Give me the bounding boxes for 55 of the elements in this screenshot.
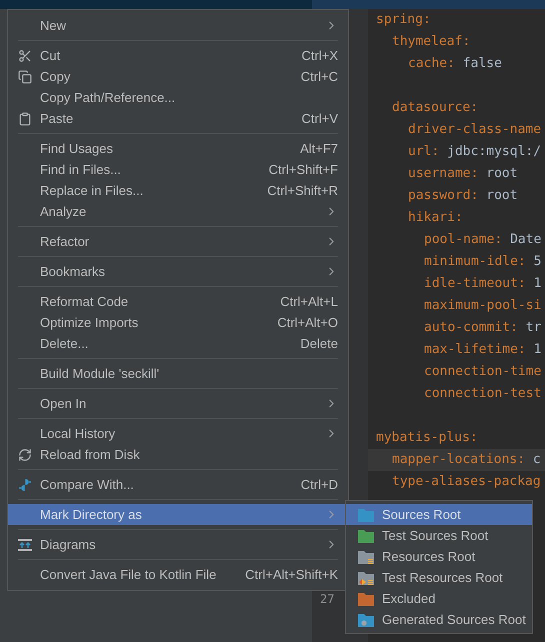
code-line: thymeleaf: — [392, 34, 470, 49]
code-line: cache: false — [408, 56, 502, 71]
menu-item[interactable]: Diagrams — [8, 534, 348, 555]
copy-icon — [18, 70, 32, 84]
code-line: mybatis-plus: — [376, 430, 478, 445]
code-line: password: root — [408, 188, 518, 203]
menu-item[interactable]: Cut Ctrl+X — [8, 45, 348, 66]
reload-icon — [18, 448, 32, 462]
code-line: spring: — [376, 12, 431, 27]
menu-item[interactable]: Test Resources Root — [346, 567, 532, 588]
code-line: auto-commit: tr — [424, 320, 542, 335]
menu-item[interactable]: Sources Root — [346, 504, 532, 525]
menu-item[interactable]: Generated Sources Root — [346, 609, 532, 630]
code-line: minimum-idle: 5 — [424, 254, 542, 269]
menu-item[interactable]: Bookmarks — [8, 261, 348, 282]
code-line: idle-timeout: 1 — [424, 276, 542, 291]
menu-item[interactable]: Delete... Delete — [8, 333, 348, 354]
code-line: connection-time — [424, 364, 542, 379]
code-line: pool-name: Date — [424, 232, 542, 247]
menu-item[interactable]: New — [8, 15, 348, 36]
scissors-icon — [18, 48, 32, 62]
code-line: url: jdbc:mysql:/ — [408, 144, 542, 159]
menu-item[interactable]: Build Module 'seckill' — [8, 363, 348, 384]
menu-item[interactable]: Refactor — [8, 231, 348, 252]
menu-item[interactable]: Find Usages Alt+F7 — [8, 138, 348, 159]
diagram-icon — [18, 538, 32, 552]
code-line: max-lifetime: 1 — [424, 342, 542, 357]
menu-item[interactable]: Analyze — [8, 201, 348, 222]
menu-item[interactable]: Open In — [8, 393, 348, 414]
menu-item[interactable]: Mark Directory as — [8, 504, 348, 525]
clipboard-icon — [18, 112, 32, 126]
code-line: datasource: — [392, 100, 478, 115]
menu-item[interactable]: Resources Root — [346, 546, 532, 567]
compare-icon — [18, 478, 32, 492]
menu-item[interactable]: Paste Ctrl+V — [8, 108, 348, 129]
menu-item[interactable]: Reload from Disk — [8, 444, 348, 465]
menu-item[interactable]: Replace in Files... Ctrl+Shift+R — [8, 180, 348, 201]
menu-item[interactable]: Reformat Code Ctrl+Alt+L — [8, 291, 348, 312]
menu-item[interactable]: Excluded — [346, 588, 532, 609]
code-line: username: root — [408, 166, 518, 181]
menu-item[interactable]: Local History — [8, 423, 348, 444]
menu-item[interactable]: Convert Java File to Kotlin File Ctrl+Alt+Shift+K — [8, 564, 348, 585]
line-number: 27 — [319, 591, 334, 608]
menu-item[interactable]: Find in Files... Ctrl+Shift+F — [8, 159, 348, 180]
code-line: maximum-pool-si — [424, 298, 542, 313]
menu-item[interactable]: Copy Path/Reference... — [8, 87, 348, 108]
code-line: type-aliases-packag — [392, 474, 541, 489]
code-line: connection-test — [424, 386, 542, 401]
menu-item[interactable]: Copy Ctrl+C — [8, 66, 348, 87]
code-line: mapper-locations: c — [392, 452, 541, 467]
menu-item[interactable]: Test Sources Root — [346, 525, 532, 546]
code-line: driver-class-name — [408, 122, 542, 137]
code-line: hikari: — [408, 210, 463, 225]
menu-item[interactable]: Compare With... Ctrl+D — [8, 474, 348, 495]
menu-item[interactable]: Optimize Imports Ctrl+Alt+O — [8, 312, 348, 333]
